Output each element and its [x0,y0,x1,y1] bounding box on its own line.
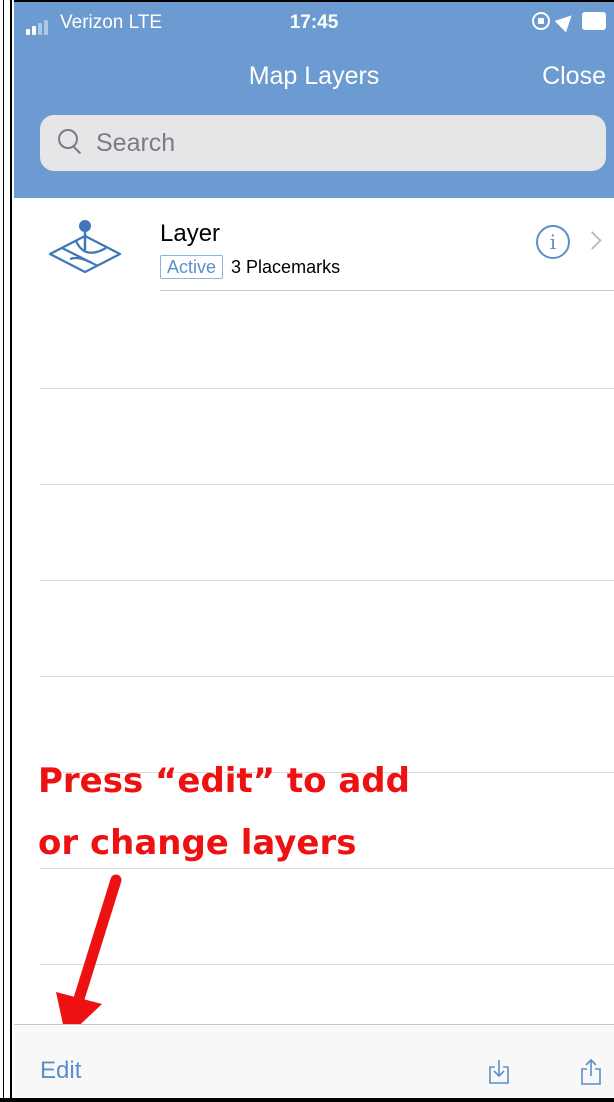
status-badge: Active [160,255,224,279]
screen: Verizon LTE 17:45 Map Layers Close Searc… [14,0,614,1102]
list-divider [40,388,614,389]
battery-icon [582,12,606,30]
annotation-line-2: or change layers [38,823,357,863]
left-frame-inner [3,0,11,1102]
status-bar: Verizon LTE 17:45 [14,2,614,42]
map-layer-icon [48,220,122,274]
layer-meta: Active 3 Placemarks [160,255,340,279]
list-divider [40,484,614,485]
share-icon[interactable] [580,1059,602,1085]
clock: 17:45 [289,12,339,33]
info-icon[interactable]: i [536,225,570,259]
close-button[interactable]: Close [542,62,606,91]
import-icon[interactable] [488,1059,510,1085]
annotation-arrow-icon [56,874,122,1038]
bottom-toolbar: Edit [14,1024,614,1102]
edit-button[interactable]: Edit [40,1057,81,1085]
list-divider [40,676,614,677]
status-icons [532,9,606,33]
annotation-text: Press “edit” to add or change layers [38,750,410,874]
header: Verizon LTE 17:45 Map Layers Close Searc… [14,2,614,198]
layer-name: Layer [160,220,221,247]
page-title: Map Layers [248,62,380,90]
location-arrow-icon [554,9,578,33]
search-icon [54,123,94,163]
chevron-right-icon[interactable] [583,231,602,250]
search-placeholder: Search [96,128,176,157]
placemark-count: 3 Placemarks [231,256,341,277]
orientation-lock-icon [532,12,550,30]
list-divider [40,580,614,581]
search-input[interactable]: Search [40,115,606,171]
row-divider [160,290,614,291]
annotation-line-1: Press “edit” to add [38,761,410,801]
bottom-frame [0,1098,614,1102]
layer-list-item[interactable]: Layer Active 3 Placemarks i [14,200,614,292]
